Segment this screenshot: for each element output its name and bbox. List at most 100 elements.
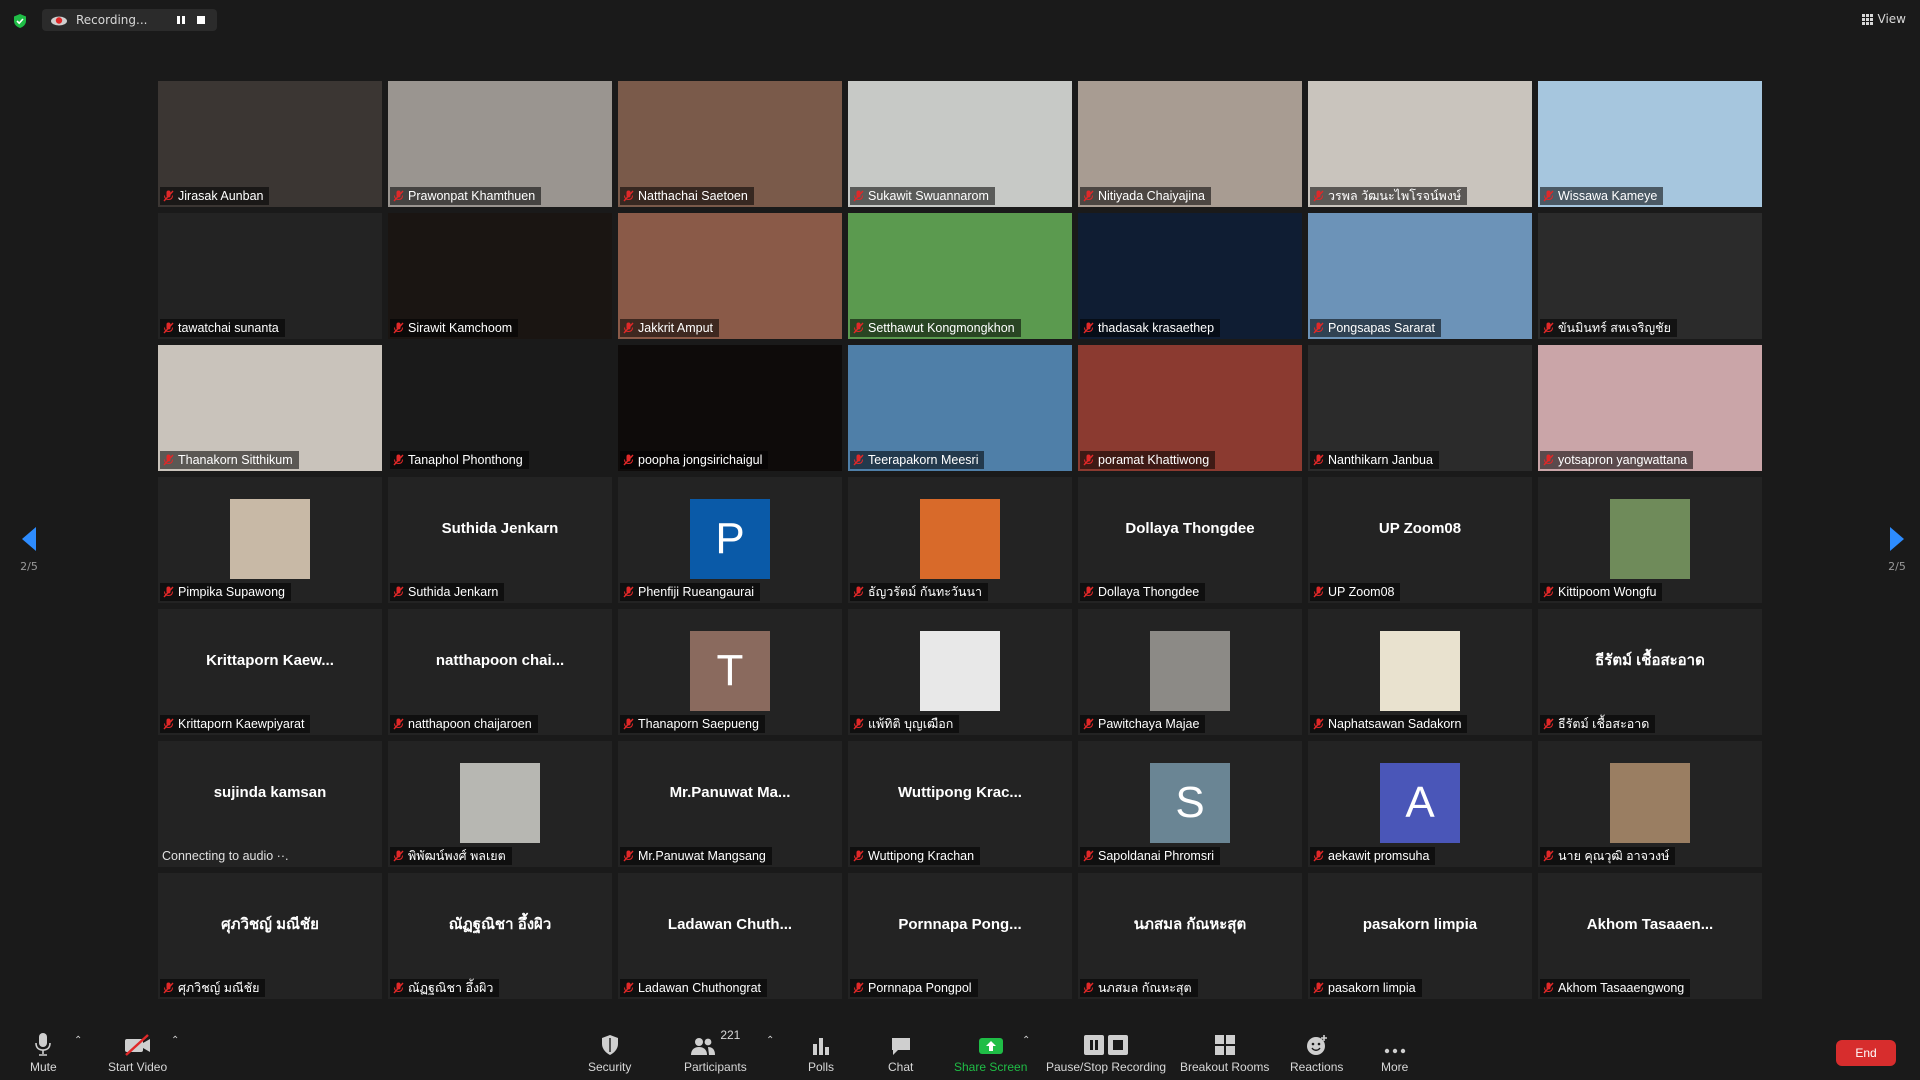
participant-tile[interactable]: thadasak krasaethep [1078,213,1302,339]
participant-tile[interactable]: Suthida Jenkarn Suthida Jenkarn [388,477,612,603]
participant-tile[interactable]: Wuttipong Krac... Wuttipong Krachan [848,741,1072,867]
participant-tile[interactable]: Krittaporn Kaew... Krittaporn Kaewpiyarat [158,609,382,735]
audio-options-caret[interactable]: ⌃ [74,1035,82,1046]
participant-tile[interactable]: poramat Khattiwong [1078,345,1302,471]
video-off-icon [124,1034,150,1056]
participant-display-name: pasakorn limpia [1362,915,1478,933]
participant-tile[interactable]: T Thanaporn Saepueng [618,609,842,735]
profile-picture [1150,631,1230,711]
stop-recording-button[interactable] [191,9,211,31]
previous-page-button[interactable]: 2/5 [14,526,44,586]
shield-icon[interactable] [12,13,28,29]
share-options-caret[interactable]: ⌃ [1022,1035,1030,1046]
mic-muted-icon [393,586,404,598]
mic-muted-icon [1543,982,1554,994]
profile-picture [920,631,1000,711]
participant-tile[interactable]: Pimpika Supawong [158,477,382,603]
reactions-button[interactable]: Reactions [1290,1026,1343,1074]
participant-tile[interactable]: ศุภวิชญ์ มณีชัย ศุภวิชญ์ มณีชัย [158,873,382,999]
participant-tile[interactable]: Pawitchaya Majae [1078,609,1302,735]
participant-tile[interactable]: Dollaya Thongdee Dollaya Thongdee [1078,477,1302,603]
participant-tile[interactable]: ธัญวรัตม์ กันทะวันนา [848,477,1072,603]
participants-options-caret[interactable]: ⌃ [766,1035,774,1046]
participant-tile[interactable]: Aaekawit promsuha [1308,741,1532,867]
participants-button[interactable]: 221 Participants [684,1026,747,1074]
participant-tile[interactable]: poopha jongsirichaigul [618,345,842,471]
participant-tile[interactable]: S Sapoldanai Phromsri [1078,741,1302,867]
participant-tile[interactable]: นภสมล กัณหะสุต นภสมล กัณหะสุต [1078,873,1302,999]
participant-name-tag: Sirawit Kamchoom [390,319,519,337]
end-meeting-button[interactable]: End [1836,1040,1896,1066]
start-video-button[interactable]: Start Video [108,1026,167,1074]
view-button[interactable]: View [1861,12,1906,26]
participant-name: Prawonpat Khamthuen [408,189,536,203]
participant-name-tag: นภสมล กัณหะสุต [1080,979,1198,997]
participant-tile[interactable]: Sirawit Kamchoom [388,213,612,339]
participant-name: poopha jongsirichaigul [638,453,763,467]
participant-name-tag: Suthida Jenkarn [390,583,505,601]
participant-tile[interactable]: Jirasak Aunban [158,81,382,207]
share-screen-button[interactable]: Share Screen [954,1026,1027,1074]
participant-tile[interactable]: ขันมินทร์ สหเจริญชัย [1538,213,1762,339]
participant-name: Pawitchaya Majae [1098,717,1200,731]
participant-tile[interactable]: Teerapakorn Meesri [848,345,1072,471]
participant-name: Setthawut Kongmongkhon [868,321,1015,335]
participant-tile[interactable]: Pongsapas Sararat [1308,213,1532,339]
participant-display-name: Pornnapa Pong... [898,915,1022,933]
participant-name: พิพัฒน์พงศ์ พลเยต [408,849,506,863]
participant-tile[interactable]: ธีรัตม์ เชื้อสะอาด ธีรัตม์ เชื้อสะอาด [1538,609,1762,735]
video-options-caret[interactable]: ⌃ [171,1035,179,1046]
polls-button[interactable]: Polls [808,1026,834,1074]
participant-display-name: natthapoon chai... [435,651,565,669]
participant-tile[interactable]: Wissawa Kameye [1538,81,1762,207]
participant-tile[interactable]: Nanthikarn Janbua [1308,345,1532,471]
participant-name-tag: ศุภวิชญ์ มณีชัย [160,979,266,997]
participant-tile[interactable]: natthapoon chai... natthapoon chaijaroen [388,609,612,735]
participant-tile[interactable]: พิพัฒน์พงศ์ พลเยต [388,741,612,867]
participant-tile[interactable]: Prawonpat Khamthuen [388,81,612,207]
participant-tile[interactable]: Natthachai Saetoen [618,81,842,207]
participant-tile[interactable]: Thanakorn Sitthikum [158,345,382,471]
mic-muted-icon [1543,454,1554,466]
next-page-button[interactable]: 2/5 [1882,526,1912,586]
breakout-rooms-button[interactable]: Breakout Rooms [1180,1026,1269,1074]
participant-display-name: UP Zoom08 [1378,519,1462,537]
participant-name: Nitiyada Chaiyajina [1098,189,1206,203]
participant-tile[interactable]: Sukawit Swuannarom [848,81,1072,207]
pause-stop-recording-button[interactable]: Pause/Stop Recording [1046,1026,1166,1074]
pause-recording-button[interactable] [171,9,191,31]
participant-name-tag: ธัญวรัตม์ กันทะวันนา [850,583,989,601]
participant-tile[interactable]: Tanaphol Phonthong [388,345,612,471]
participant-tile[interactable]: Kittipoom Wongfu [1538,477,1762,603]
participant-tile[interactable]: Pornnapa Pong... Pornnapa Pongpol [848,873,1072,999]
chat-button[interactable]: Chat [888,1026,913,1074]
participant-tile[interactable]: Setthawut Kongmongkhon [848,213,1072,339]
participant-tile[interactable]: วรพล วัฒนะไพโรจน์พงษ์ [1308,81,1532,207]
participant-tile[interactable]: Jakkrit Amput [618,213,842,339]
participant-tile[interactable]: P Phenfiji Rueangaurai [618,477,842,603]
participant-tile[interactable]: แพ้ทิติ บุญเฒือก [848,609,1072,735]
mic-muted-icon [163,586,174,598]
participant-tile[interactable]: Mr.Panuwat Ma... Mr.Panuwat Mangsang [618,741,842,867]
cloud-record-icon [51,16,67,26]
participant-tile[interactable]: yotsapron yangwattana [1538,345,1762,471]
mic-muted-icon [1543,586,1554,598]
participant-name: thadasak krasaethep [1098,321,1215,335]
participant-tile[interactable]: UP Zoom08 UP Zoom08 [1308,477,1532,603]
more-label: More [1381,1060,1409,1074]
participant-tile[interactable]: ณัฏฐณิชา อึ้งผิว ณัฏฐณิชา อึ้งผิว [388,873,612,999]
mic-muted-icon [163,322,174,334]
participant-name-tag: poopha jongsirichaigul [620,451,769,469]
participant-tile[interactable]: Akhom Tasaaen... Akhom Tasaaengwong [1538,873,1762,999]
participant-name: Akhom Tasaaengwong [1558,981,1685,995]
security-button[interactable]: Security [588,1026,631,1074]
participant-tile[interactable]: pasakorn limpia pasakorn limpia [1308,873,1532,999]
participant-tile[interactable]: Naphatsawan Sadakorn [1308,609,1532,735]
participant-tile[interactable]: sujinda kamsan Connecting to audio ··. [158,741,382,867]
mute-button[interactable]: Mute [30,1026,57,1074]
participant-tile[interactable]: Nitiyada Chaiyajina [1078,81,1302,207]
participant-tile[interactable]: tawatchai sunanta [158,213,382,339]
more-button[interactable]: More [1381,1026,1408,1074]
participant-tile[interactable]: นาย คุณวุฒิ อาจวงษ์ [1538,741,1762,867]
participant-tile[interactable]: Ladawan Chuth... Ladawan Chuthongrat [618,873,842,999]
